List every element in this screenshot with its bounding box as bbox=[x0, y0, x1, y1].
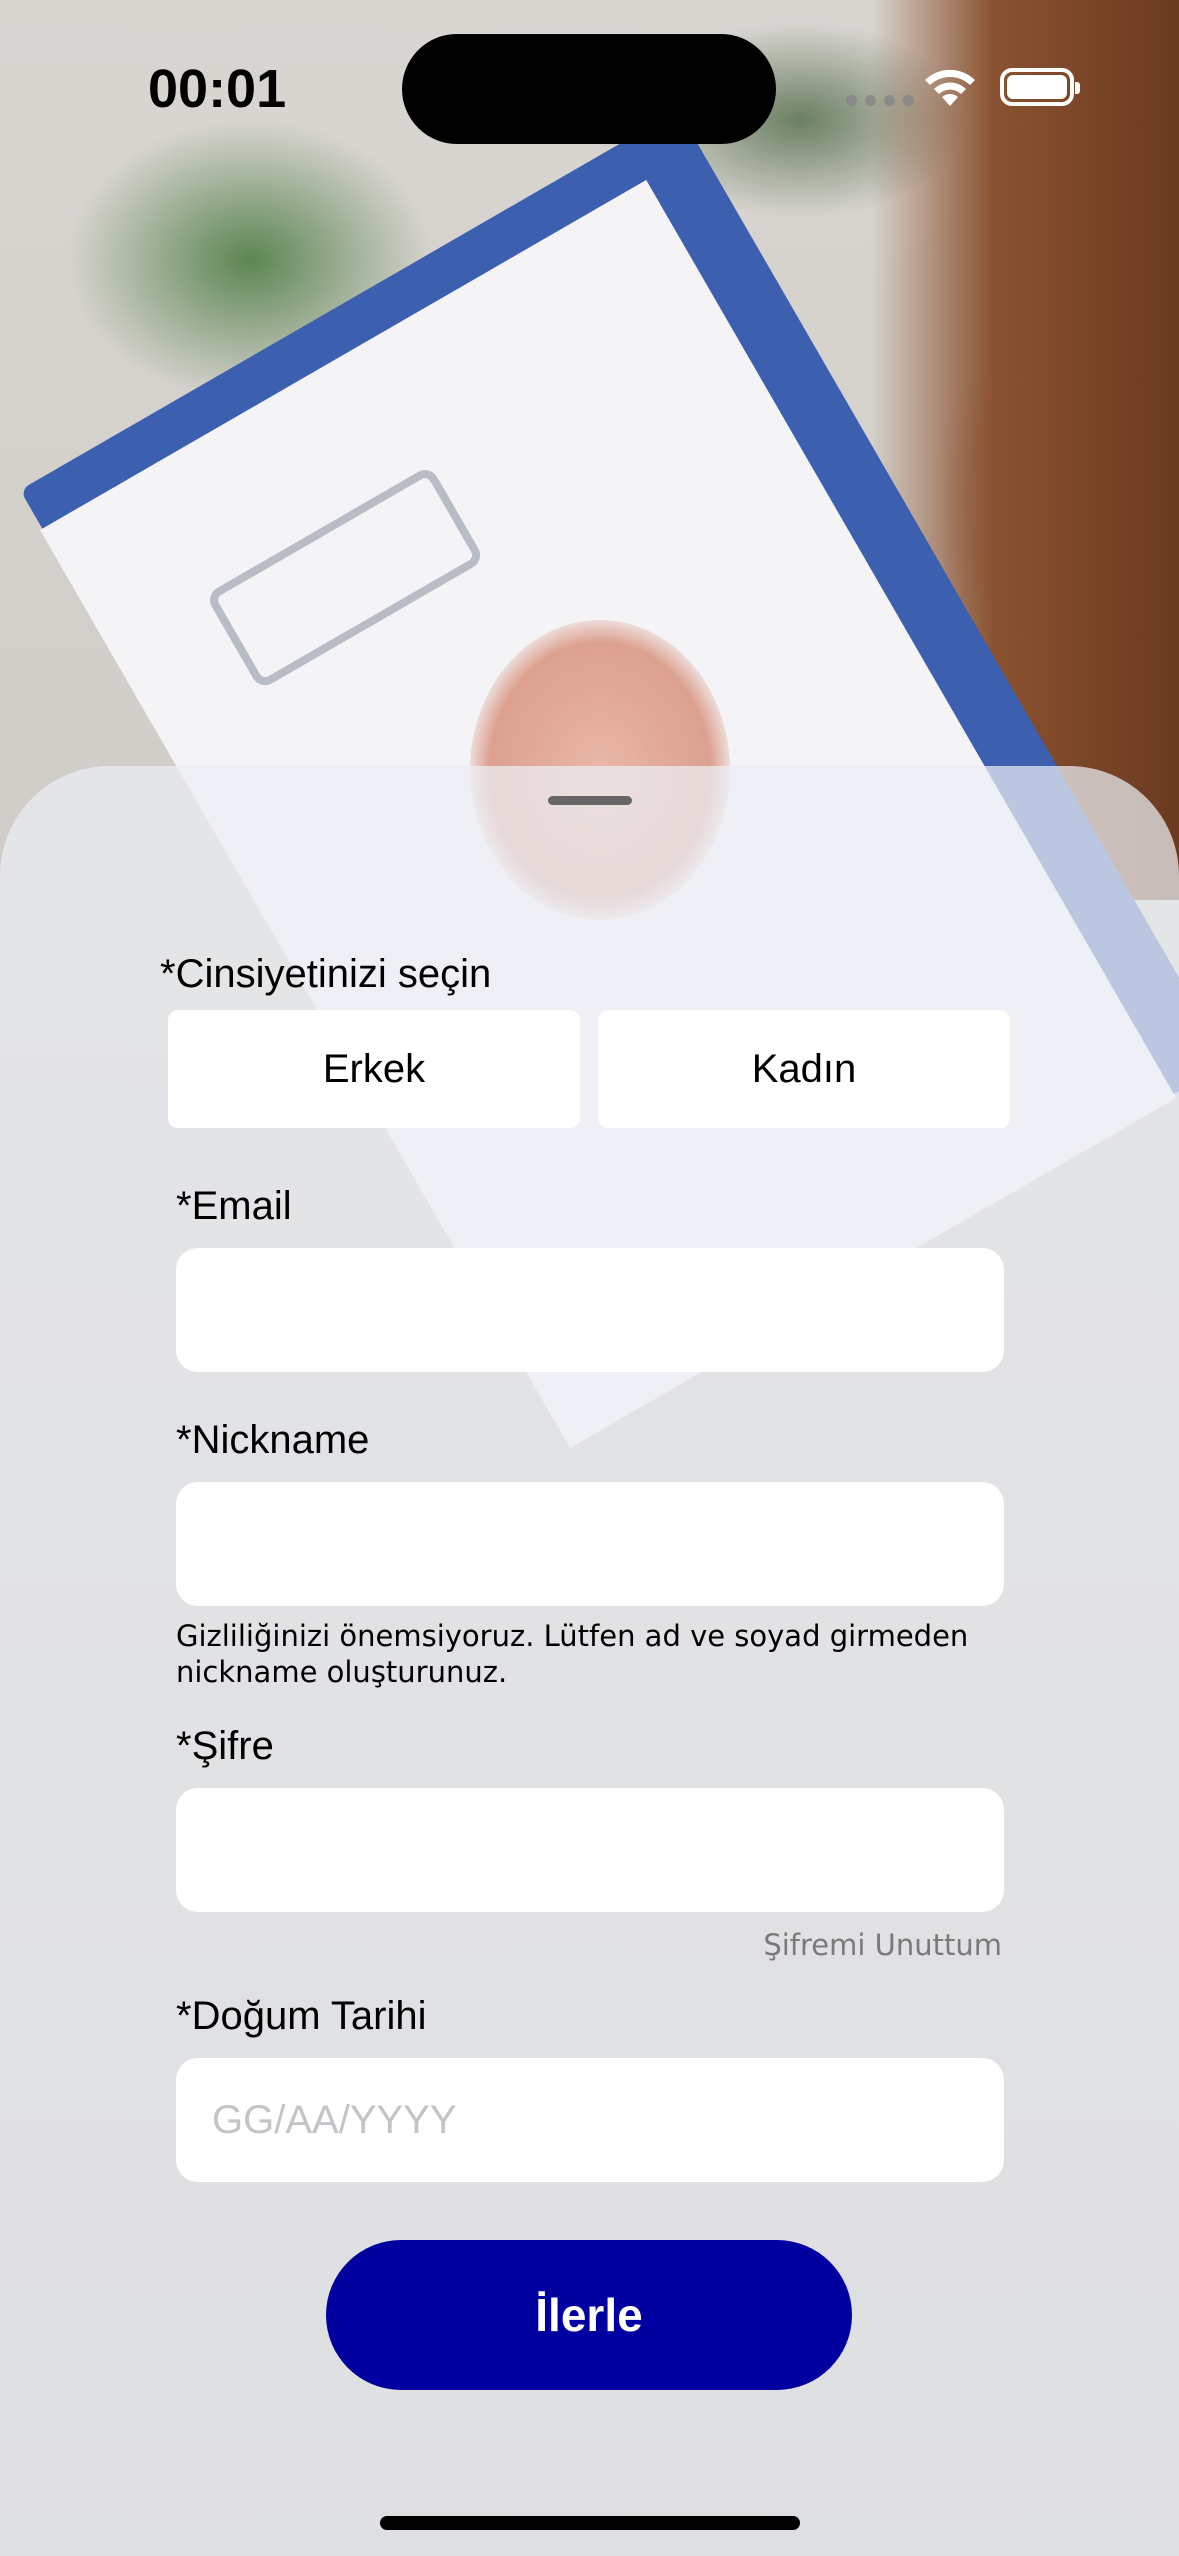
next-button[interactable]: İlerle bbox=[326, 2240, 852, 2390]
nickname-label: *Nickname bbox=[176, 1418, 370, 1462]
battery-icon bbox=[1000, 68, 1080, 106]
email-label: *Email bbox=[176, 1184, 292, 1228]
password-label: *Şifre bbox=[176, 1724, 274, 1768]
gender-option-female[interactable]: Kadın bbox=[598, 1010, 1010, 1128]
status-time: 00:01 bbox=[148, 59, 287, 119]
privacy-hint: Gizliliğinizi önemsiyoruz. Lütfen ad ve … bbox=[176, 1619, 969, 1689]
birthdate-field[interactable] bbox=[176, 2058, 1004, 2182]
birthdate-label: *Doğum Tarihi bbox=[176, 1994, 427, 2038]
dynamic-island bbox=[402, 34, 776, 144]
screen: 00:01 *Cinsiyetinizi seçin Erkek Kadın *… bbox=[0, 0, 1179, 2556]
password-field[interactable] bbox=[176, 1788, 1004, 1912]
forgot-password-link[interactable]: Şifremi Unuttum bbox=[760, 1928, 1002, 1962]
gender-option-male[interactable]: Erkek bbox=[168, 1010, 580, 1128]
gender-label: *Cinsiyetinizi seçin bbox=[160, 952, 492, 996]
wifi-icon bbox=[925, 69, 975, 106]
sheet-grabber[interactable] bbox=[548, 796, 632, 805]
nickname-field[interactable] bbox=[176, 1482, 1004, 1606]
home-indicator bbox=[380, 2516, 800, 2530]
email-field[interactable] bbox=[176, 1248, 1004, 1372]
cellular-signal-icon bbox=[846, 95, 914, 106]
